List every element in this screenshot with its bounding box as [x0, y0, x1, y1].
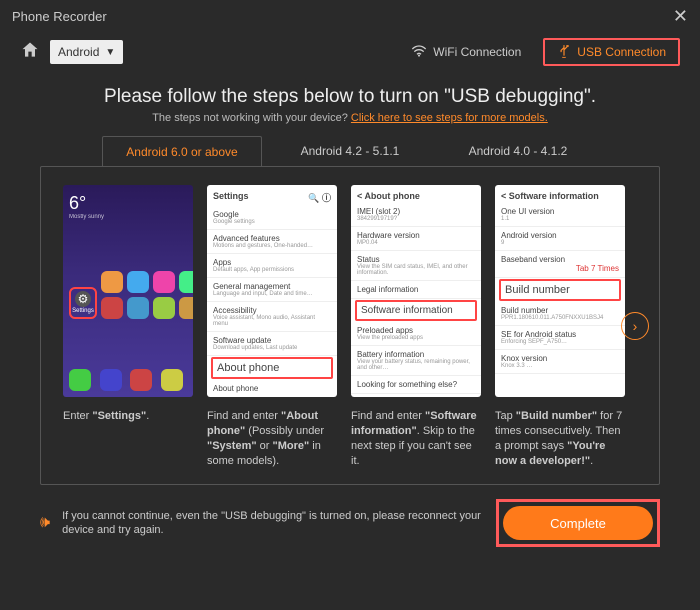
- next-arrow-button[interactable]: ›: [621, 312, 649, 340]
- caption-2: Find and enter "About phone" (Possibly u…: [207, 409, 337, 468]
- step-2: Settings🔍 ⓘ GoogleGoogle settings Advanc…: [207, 185, 337, 468]
- platform-selected: Android: [58, 45, 99, 59]
- close-icon[interactable]: ✕: [673, 6, 688, 27]
- settings-app-highlight: Settings: [69, 287, 97, 319]
- window-title: Phone Recorder: [12, 9, 107, 24]
- page-heading: Please follow the steps below to turn on…: [40, 86, 660, 108]
- step-4: < Software information One UI version1.1…: [495, 185, 625, 468]
- footer-message: If you cannot continue, even the "USB de…: [62, 509, 482, 539]
- mock-software-info: < Software information One UI version1.1…: [495, 185, 625, 397]
- tabs: Android 6.0 or above Android 4.2 - 5.1.1…: [40, 136, 660, 166]
- wifi-label: WiFi Connection: [433, 45, 521, 59]
- toolbar: Android ▼ WiFi Connection USB Connection: [0, 32, 700, 72]
- caption-4: Tap "Build number" for 7 times consecuti…: [495, 409, 625, 468]
- complete-highlight: Complete: [496, 499, 660, 547]
- wifi-icon: [411, 45, 427, 60]
- wifi-connection-button[interactable]: WiFi Connection: [399, 38, 533, 66]
- platform-dropdown[interactable]: Android ▼: [50, 40, 123, 64]
- step-1: 6° Mostly sunny Settings: [63, 185, 193, 424]
- home-icon[interactable]: [20, 40, 40, 65]
- step-3: < About phone IMEI (slot 2)38429919719? …: [351, 185, 481, 468]
- page-subheading: The steps not working with your device? …: [40, 112, 660, 124]
- caption-3: Find and enter "Software information". S…: [351, 409, 481, 468]
- usb-label: USB Connection: [577, 45, 666, 59]
- more-models-link[interactable]: Click here to see steps for more models.: [351, 112, 548, 124]
- mock-about-phone: < About phone IMEI (slot 2)38429919719? …: [351, 185, 481, 397]
- chevron-down-icon: ▼: [105, 47, 115, 58]
- usb-icon: [557, 44, 571, 61]
- tab-android-42[interactable]: Android 4.2 - 5.1.1: [270, 136, 430, 166]
- caption-1: Enter "Settings".: [63, 409, 193, 424]
- mock-homescreen: 6° Mostly sunny Settings: [63, 185, 193, 397]
- volume-icon: 🕪: [40, 514, 50, 532]
- steps-panel: 6° Mostly sunny Settings: [40, 166, 660, 485]
- mock-settings-list: Settings🔍 ⓘ GoogleGoogle settings Advanc…: [207, 185, 337, 397]
- gear-icon: [75, 291, 91, 307]
- complete-button[interactable]: Complete: [503, 506, 653, 540]
- titlebar: Phone Recorder ✕: [0, 0, 700, 32]
- tab-android-6[interactable]: Android 6.0 or above: [102, 136, 262, 166]
- tab-android-40[interactable]: Android 4.0 - 4.1.2: [438, 136, 598, 166]
- usb-connection-button[interactable]: USB Connection: [543, 38, 680, 66]
- footer: 🕪 If you cannot continue, even the "USB …: [0, 485, 700, 547]
